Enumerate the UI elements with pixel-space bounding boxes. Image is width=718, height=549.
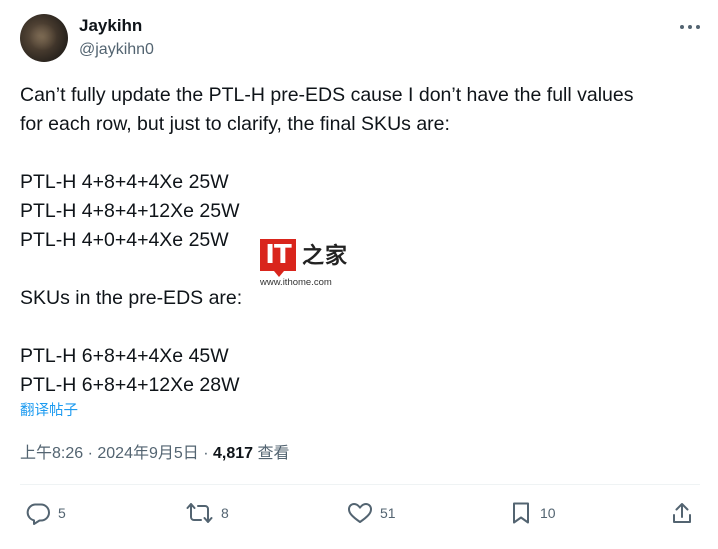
post-text: Can’t fully update the PTL-H pre-EDS cau… bbox=[20, 81, 700, 400]
ithome-logo: IT bbox=[260, 239, 296, 277]
post-date[interactable]: 2024年9月5日 bbox=[97, 445, 198, 462]
post-line: Can’t fully update the PTL-H pre-EDS cau… bbox=[20, 84, 634, 106]
author-handle[interactable]: @jaykihn0 bbox=[79, 40, 154, 60]
post-line: PTL-H 4+0+4+4Xe 25W bbox=[20, 229, 229, 251]
post-time[interactable]: 上午8:26 bbox=[20, 445, 83, 462]
bookmark-count: 10 bbox=[540, 505, 556, 521]
more-dot bbox=[688, 25, 692, 29]
reply-count: 5 bbox=[58, 505, 66, 521]
more-dot bbox=[696, 25, 700, 29]
post-line: PTL-H 6+8+4+4Xe 45W bbox=[20, 345, 229, 367]
author-display-name[interactable]: Jaykihn bbox=[79, 16, 142, 36]
ithome-url: www.ithome.com bbox=[260, 277, 332, 288]
bookmark-button[interactable]: 10 bbox=[509, 496, 556, 530]
post-line: PTL-H 4+8+4+12Xe 25W bbox=[20, 200, 240, 222]
repost-count: 8 bbox=[221, 505, 229, 521]
bookmark-icon bbox=[509, 501, 533, 525]
like-count: 51 bbox=[380, 505, 396, 521]
views-count: 4,817 bbox=[213, 445, 254, 462]
action-bar: 5 8 51 10 bbox=[0, 496, 718, 530]
ithome-watermark: IT 之家 www.ithome.com bbox=[258, 237, 348, 289]
repost-button[interactable]: 8 bbox=[186, 496, 229, 530]
post-line: PTL-H 6+8+4+12Xe 28W bbox=[20, 374, 240, 396]
meta-separator: · bbox=[198, 445, 213, 462]
post-line: SKUs in the pre-EDS are: bbox=[20, 287, 243, 309]
post-line: for each row, but just to clarify, the f… bbox=[20, 113, 450, 135]
avatar[interactable] bbox=[20, 14, 68, 62]
repost-arrows-icon bbox=[186, 501, 214, 525]
reply-bubble-icon bbox=[25, 501, 51, 525]
ithome-logo-chars: 之家 bbox=[302, 243, 349, 268]
more-dots-icon[interactable] bbox=[680, 17, 700, 37]
share-button[interactable] bbox=[670, 496, 694, 530]
more-dot bbox=[680, 25, 684, 29]
tweet-card: Jaykihn @jaykihn0 Can’t fully update the… bbox=[0, 0, 718, 549]
bottom-edge bbox=[0, 545, 718, 549]
views-label: 查看 bbox=[253, 445, 290, 462]
translate-post-link[interactable]: 翻译帖子 bbox=[20, 401, 78, 421]
divider bbox=[20, 484, 700, 485]
post-meta: 上午8:26 · 2024年9月5日 · 4,817 查看 bbox=[20, 443, 290, 465]
meta-separator: · bbox=[83, 445, 98, 462]
like-button[interactable]: 51 bbox=[347, 496, 396, 530]
reply-button[interactable]: 5 bbox=[25, 496, 66, 530]
heart-icon bbox=[347, 501, 373, 525]
share-upload-icon bbox=[670, 501, 694, 525]
post-line: PTL-H 4+8+4+4Xe 25W bbox=[20, 171, 229, 193]
